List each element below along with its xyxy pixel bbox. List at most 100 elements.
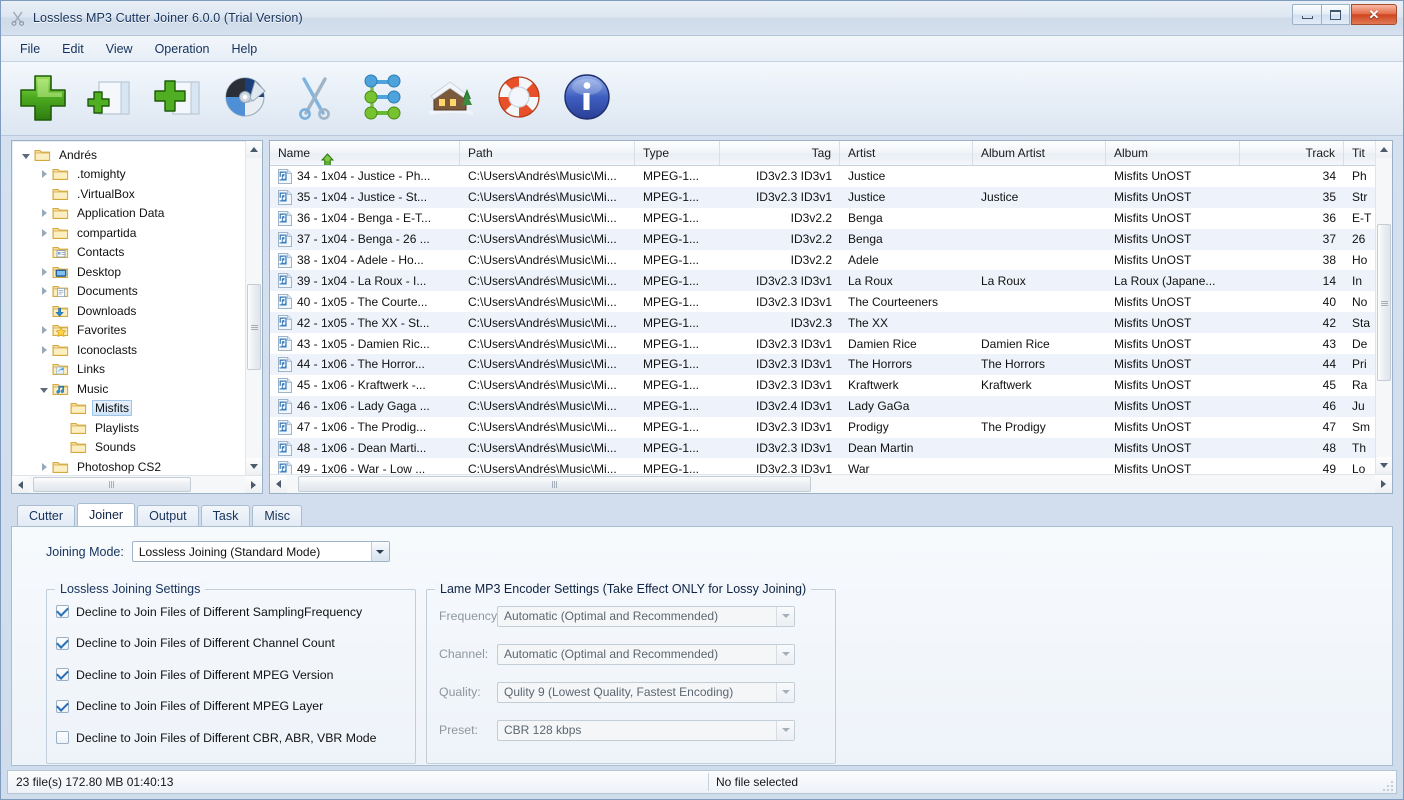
column-header-album-artist[interactable]: Album Artist (973, 141, 1106, 165)
file-list-row[interactable]: 48 - 1x06 - Dean Marti... C:\Users\Andrés… (270, 437, 1375, 459)
file-list-row[interactable]: 37 - 1x04 - Benga - 26 ... C:\Users\André… (270, 228, 1375, 250)
tab-output[interactable]: Output (137, 505, 199, 526)
file-list-row[interactable]: 46 - 1x06 - Lady Gaga ... C:\Users\Andrés… (270, 395, 1375, 417)
tree-scroll-track[interactable] (246, 158, 262, 458)
column-header-path[interactable]: Path (460, 141, 635, 165)
tree-hscroll-track[interactable] (29, 476, 245, 493)
tree-node-application-data[interactable]: Application Data (12, 204, 245, 224)
collapse-triangle-icon[interactable] (18, 151, 34, 159)
menu-item-file[interactable]: File (9, 38, 51, 60)
tree-scroll-thumb[interactable] (247, 284, 261, 370)
list-scroll-left-button[interactable] (270, 475, 287, 493)
expand-triangle-icon[interactable] (36, 326, 52, 335)
tree-node-sounds[interactable]: Sounds (12, 438, 245, 458)
file-list-row[interactable]: 42 - 1x05 - The XX - St... C:\Users\André… (270, 312, 1375, 334)
cut-button[interactable] (287, 70, 343, 128)
add-folder-recursive-button[interactable] (151, 70, 207, 128)
tree-node-tomighty[interactable]: .tomighty (12, 165, 245, 185)
expand-triangle-icon[interactable] (36, 228, 52, 237)
tree-node-favorites[interactable]: Favorites (12, 321, 245, 341)
chevron-down-icon[interactable] (776, 682, 794, 702)
column-header-tag[interactable]: Tag (720, 141, 840, 165)
tree-node-iconoclasts[interactable]: Iconoclasts (12, 340, 245, 360)
tree-node-photoshop-cs2[interactable]: Photoshop CS2 (12, 457, 245, 475)
checkbox-unchecked[interactable] (56, 731, 69, 745)
menu-item-help[interactable]: Help (220, 38, 268, 60)
file-list-row[interactable]: 39 - 1x04 - La Roux - I... C:\Users\André… (270, 270, 1375, 292)
checkbox-checked[interactable] (56, 635, 69, 650)
encoder-quality-select[interactable]: Qulity 9 (Lowest Quality, Fastest Encodi… (497, 681, 795, 703)
encoder-channel-select[interactable]: Automatic (Optimal and Recommended) (497, 643, 795, 665)
file-list-row[interactable]: 34 - 1x04 - Justice - Ph... C:\Users\Andr… (270, 166, 1375, 187)
column-header-artist[interactable]: Artist (840, 141, 973, 165)
list-hscroll-track[interactable] (287, 475, 1375, 493)
list-horizontal-scrollbar[interactable] (270, 474, 1392, 493)
folder-tree[interactable]: Andrés .tomighty .VirtualBox Application Da… (12, 141, 245, 475)
list-vertical-scrollbar[interactable] (1375, 141, 1392, 474)
file-list-row[interactable]: 45 - 1x06 - Kraftwerk -... C:\Users\André… (270, 375, 1375, 396)
joining-mode-select[interactable]: Lossless Joining (Standard Mode) (131, 541, 390, 562)
support-button[interactable] (491, 70, 547, 128)
chevron-down-icon[interactable] (776, 720, 794, 740)
file-list-row[interactable]: 49 - 1x06 - War - Low ... C:\Users\Andrés… (270, 458, 1375, 474)
tree-scroll-down-button[interactable] (246, 458, 262, 475)
column-header-track[interactable]: Track (1240, 141, 1344, 165)
file-list-row[interactable]: 40 - 1x05 - The Courte... C:\Users\Andrés… (270, 291, 1375, 312)
file-list-row[interactable]: 43 - 1x05 - Damien Ric... C:\Users\Andrés… (270, 333, 1375, 354)
list-hscroll-thumb[interactable] (297, 476, 812, 492)
tree-vertical-scrollbar[interactable] (245, 141, 262, 475)
column-header-tit[interactable]: Tit (1344, 141, 1375, 165)
list-scroll-up-button[interactable] (1376, 141, 1392, 158)
encoder-frequency-select[interactable]: Automatic (Optimal and Recommended) (497, 605, 795, 627)
menu-item-edit[interactable]: Edit (51, 38, 95, 60)
menu-item-operation[interactable]: Operation (144, 38, 221, 60)
file-list-row[interactable]: 47 - 1x06 - The Prodig... C:\Users\Andrés… (270, 417, 1375, 438)
checkbox-row[interactable]: Decline to Join Files of Different Sampl… (47, 596, 415, 628)
column-header-album[interactable]: Album (1106, 141, 1240, 165)
tree-horizontal-scrollbar[interactable] (12, 475, 262, 493)
list-scroll-down-button[interactable] (1376, 457, 1392, 474)
tree-scroll-up-button[interactable] (246, 141, 262, 158)
checkbox-checked[interactable] (56, 667, 69, 682)
add-files-button[interactable] (15, 70, 71, 128)
tree-node-contacts[interactable]: Contacts (12, 243, 245, 263)
resize-grip-icon[interactable] (1379, 779, 1393, 791)
expand-triangle-icon[interactable] (36, 209, 52, 218)
cd-ripper-button[interactable] (219, 70, 275, 128)
checkbox-row[interactable]: Decline to Join Files of Different MPEG … (47, 659, 415, 691)
list-scroll-thumb[interactable] (1377, 223, 1391, 382)
checkbox-row[interactable]: Decline to Join Files of Different MPEG … (47, 691, 415, 723)
checkbox-row[interactable]: Decline to Join Files of Different CBR, … (47, 722, 415, 754)
file-list-row[interactable]: 38 - 1x04 - Adele - Ho... C:\Users\Andrés… (270, 250, 1375, 271)
tree-scroll-right-button[interactable] (245, 476, 262, 493)
file-list-row[interactable]: 35 - 1x04 - Justice - St... C:\Users\Andr… (270, 186, 1375, 208)
tree-hscroll-thumb[interactable] (33, 477, 191, 492)
close-button[interactable]: ✕ (1351, 4, 1397, 25)
encoder-preset-select[interactable]: CBR 128 kbps (497, 719, 795, 741)
expand-triangle-icon[interactable] (36, 267, 52, 276)
chevron-down-icon[interactable] (776, 606, 794, 626)
tree-node-documents[interactable]: Documents (12, 282, 245, 302)
tree-node-andr-s[interactable]: Andrés (12, 145, 245, 165)
folder-tree-pane[interactable]: Andrés .tomighty .VirtualBox Application Da… (11, 140, 263, 494)
checkbox-checked[interactable] (56, 604, 69, 619)
expand-triangle-icon[interactable] (36, 170, 52, 179)
list-scroll-track[interactable] (1376, 158, 1392, 457)
expand-triangle-icon[interactable] (36, 462, 52, 471)
file-list-row[interactable]: 36 - 1x04 - Benga - E-T... C:\Users\André… (270, 208, 1375, 229)
tab-cutter[interactable]: Cutter (17, 505, 76, 526)
tree-node-downloads[interactable]: Downloads (12, 301, 245, 321)
expand-triangle-icon[interactable] (36, 287, 52, 296)
expand-triangle-icon[interactable] (36, 345, 52, 354)
tab-task[interactable]: Task (200, 505, 251, 526)
join-button[interactable] (355, 70, 411, 128)
menu-item-view[interactable]: View (95, 38, 144, 60)
checkbox-row[interactable]: Decline to Join Files of Different Chann… (47, 628, 415, 660)
minimize-button[interactable] (1292, 4, 1321, 25)
home-button[interactable] (423, 70, 479, 128)
checkbox-checked[interactable] (56, 698, 69, 713)
tree-node-music[interactable]: Music (12, 379, 245, 399)
file-list-pane[interactable]: Name Path Type Tag Artist Album Artist Album Tr… (269, 140, 1393, 494)
file-list-rows[interactable]: 34 - 1x04 - Justice - Ph... C:\Users\Andr… (270, 166, 1375, 474)
tree-node-virtualbox[interactable]: .VirtualBox (12, 184, 245, 204)
